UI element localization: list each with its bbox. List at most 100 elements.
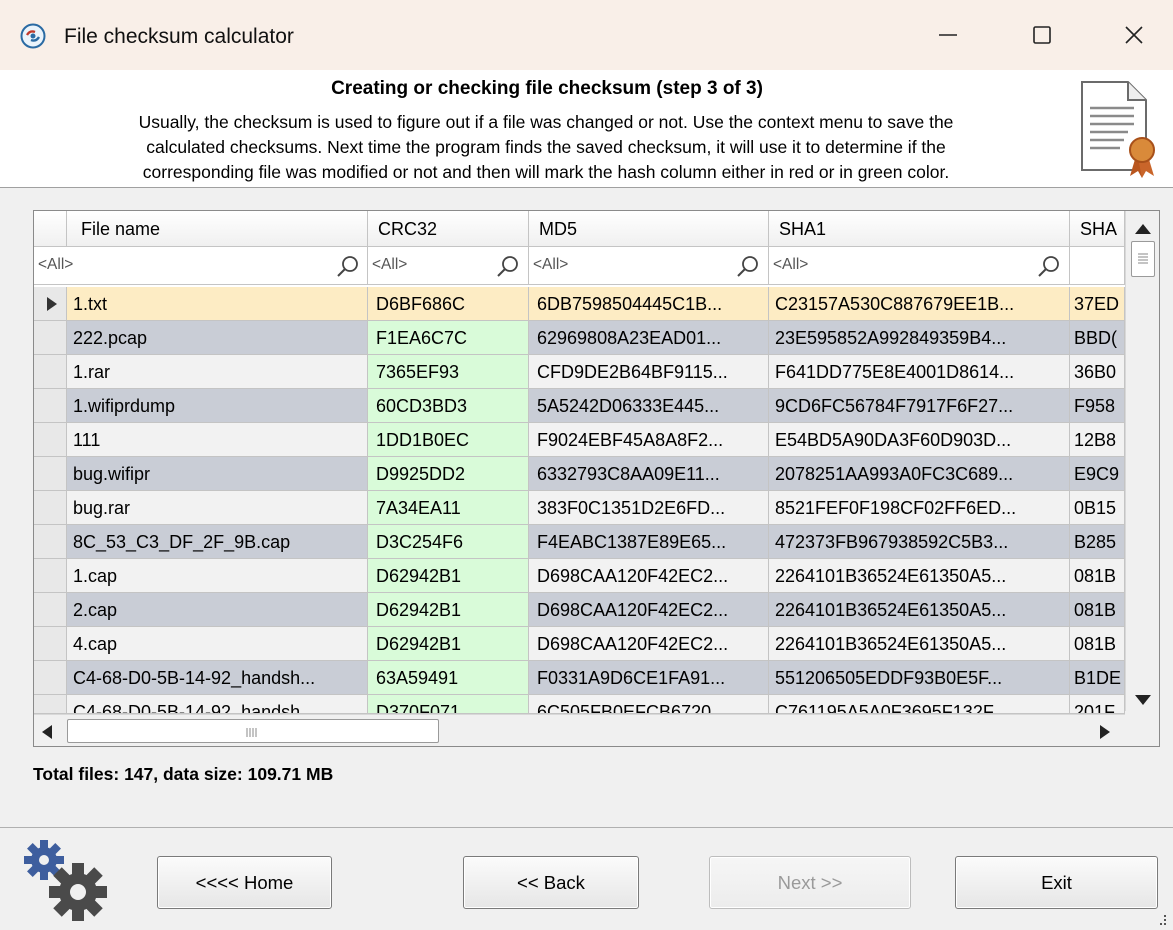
cell-sha[interactable]: 081B [1070, 559, 1125, 593]
column-header-file-name[interactable]: File name [67, 211, 368, 247]
cell-name[interactable]: 8C_53_C3_DF_2F_9B.cap [67, 525, 368, 559]
cell-name[interactable]: bug.rar [67, 491, 368, 525]
cell-crc32[interactable]: F1EA6C7C [368, 321, 529, 355]
close-button[interactable] [1104, 12, 1164, 58]
cell-sha1[interactable]: 23E595852A992849359B4... [769, 321, 1070, 355]
cell-sha[interactable]: 36B0 [1070, 355, 1125, 389]
row-selector[interactable] [34, 559, 67, 593]
cell-sha1[interactable]: 2078251AA993A0FC3C689... [769, 457, 1070, 491]
cell-name[interactable]: 1.cap [67, 559, 368, 593]
scroll-left-arrow-icon[interactable] [40, 724, 54, 740]
cell-sha[interactable]: BBD( [1070, 321, 1125, 355]
cell-md5[interactable]: F4EABC1387E89E65... [529, 525, 769, 559]
cell-sha1[interactable]: 2264101B36524E61350A5... [769, 627, 1070, 661]
search-icon[interactable] [1037, 255, 1061, 279]
column-header-md5[interactable]: MD5 [529, 211, 769, 247]
cell-md5[interactable]: F9024EBF45A8A8F2... [529, 423, 769, 457]
column-header-crc32[interactable]: CRC32 [368, 211, 529, 247]
cell-name[interactable]: 2.cap [67, 593, 368, 627]
row-selector[interactable] [34, 287, 67, 321]
cell-md5[interactable]: 6DB7598504445C1B... [529, 287, 769, 321]
cell-crc32[interactable]: 7365EF93 [368, 355, 529, 389]
filter-sha1[interactable]: <All> [769, 247, 1070, 285]
size-grip-icon[interactable] [1153, 912, 1169, 928]
cell-crc32[interactable]: D62942B1 [368, 593, 529, 627]
row-selector[interactable] [34, 423, 67, 457]
cell-sha1[interactable]: E54BD5A90DA3F60D903D... [769, 423, 1070, 457]
row-selector[interactable] [34, 491, 67, 525]
row-selector[interactable] [34, 661, 67, 695]
cell-crc32[interactable]: 63A59491 [368, 661, 529, 695]
cell-md5[interactable]: D698CAA120F42EC2... [529, 593, 769, 627]
cell-sha[interactable]: 201F [1070, 695, 1125, 714]
cell-crc32[interactable]: D62942B1 [368, 559, 529, 593]
cell-sha[interactable]: 0B15 [1070, 491, 1125, 525]
cell-sha[interactable]: 37ED [1070, 287, 1125, 321]
row-selector[interactable] [34, 355, 67, 389]
cell-crc32[interactable]: D9925DD2 [368, 457, 529, 491]
row-selector[interactable] [34, 593, 67, 627]
cell-md5[interactable]: 383F0C1351D2E6FD... [529, 491, 769, 525]
row-selector[interactable] [34, 627, 67, 661]
cell-crc32[interactable]: D6BF686C [368, 287, 529, 321]
cell-name[interactable]: bug.wifipr [67, 457, 368, 491]
home-button[interactable]: <<<< Home [157, 856, 332, 909]
cell-sha[interactable]: 12B8 [1070, 423, 1125, 457]
scroll-down-arrow-icon[interactable] [1134, 693, 1152, 707]
cell-sha[interactable]: 081B [1070, 627, 1125, 661]
cell-crc32[interactable]: 7A34EA11 [368, 491, 529, 525]
cell-sha[interactable]: 081B [1070, 593, 1125, 627]
cell-md5[interactable]: 6332793C8AA09E11... [529, 457, 769, 491]
cell-md5[interactable]: D698CAA120F42EC2... [529, 559, 769, 593]
cell-md5[interactable]: 5A5242D06333E445... [529, 389, 769, 423]
horizontal-scroll-thumb[interactable] [67, 719, 439, 743]
cell-sha1[interactable]: 2264101B36524E61350A5... [769, 593, 1070, 627]
cell-sha1[interactable]: 9CD6FC56784F7917F6F27... [769, 389, 1070, 423]
cell-sha1[interactable]: F641DD775E8E4001D8614... [769, 355, 1070, 389]
cell-sha[interactable]: B285 [1070, 525, 1125, 559]
column-header-sha1[interactable]: SHA1 [769, 211, 1070, 247]
cell-sha1[interactable]: C23157A530C887679EE1B... [769, 287, 1070, 321]
cell-sha[interactable]: E9C9 [1070, 457, 1125, 491]
cell-md5[interactable]: CFD9DE2B64BF9115... [529, 355, 769, 389]
row-selector[interactable] [34, 695, 67, 714]
column-header-sha[interactable]: SHA [1070, 211, 1125, 247]
row-selector[interactable] [34, 525, 67, 559]
cell-name[interactable]: 111 [67, 423, 368, 457]
cell-sha1[interactable]: 2264101B36524E61350A5... [769, 559, 1070, 593]
horizontal-scrollbar[interactable] [34, 714, 1125, 746]
cell-name[interactable]: 1.wifiprdump [67, 389, 368, 423]
vertical-scroll-thumb[interactable] [1131, 241, 1155, 277]
cell-name[interactable]: C4-68-D0-5B-14-92_handsh... [67, 695, 368, 714]
cell-name[interactable]: 222.pcap [67, 321, 368, 355]
cell-sha1[interactable]: 8521FEF0F198CF02FF6ED... [769, 491, 1070, 525]
cell-name[interactable]: 4.cap [67, 627, 368, 661]
cell-md5[interactable]: F0331A9D6CE1FA91... [529, 661, 769, 695]
row-selector[interactable] [34, 389, 67, 423]
cell-md5[interactable]: 62969808A23EAD01... [529, 321, 769, 355]
row-selector[interactable] [34, 457, 67, 491]
cell-sha1[interactable]: 551206505EDDF93B0E5F... [769, 661, 1070, 695]
cell-md5[interactable]: 6C505FB0EFCB6720... [529, 695, 769, 714]
cell-name[interactable]: C4-68-D0-5B-14-92_handsh... [67, 661, 368, 695]
cell-name[interactable]: 1.txt [67, 287, 368, 321]
vertical-scrollbar[interactable] [1125, 211, 1159, 711]
search-icon[interactable] [736, 255, 760, 279]
filter-sha[interactable] [1070, 247, 1125, 285]
cell-name[interactable]: 1.rar [67, 355, 368, 389]
back-button[interactable]: << Back [463, 856, 639, 909]
search-icon[interactable] [336, 255, 360, 279]
exit-button[interactable]: Exit [955, 856, 1158, 909]
scroll-up-arrow-icon[interactable] [1134, 221, 1152, 235]
cell-sha[interactable]: B1DE [1070, 661, 1125, 695]
row-selector[interactable] [34, 321, 67, 355]
cell-crc32[interactable]: D370F071 [368, 695, 529, 714]
filter-file-name[interactable]: <All> [34, 247, 368, 285]
cell-crc32[interactable]: 60CD3BD3 [368, 389, 529, 423]
cell-crc32[interactable]: D3C254F6 [368, 525, 529, 559]
cell-crc32[interactable]: D62942B1 [368, 627, 529, 661]
filter-md5[interactable]: <All> [529, 247, 769, 285]
search-icon[interactable] [496, 255, 520, 279]
cell-crc32[interactable]: 1DD1B0EC [368, 423, 529, 457]
cell-md5[interactable]: D698CAA120F42EC2... [529, 627, 769, 661]
